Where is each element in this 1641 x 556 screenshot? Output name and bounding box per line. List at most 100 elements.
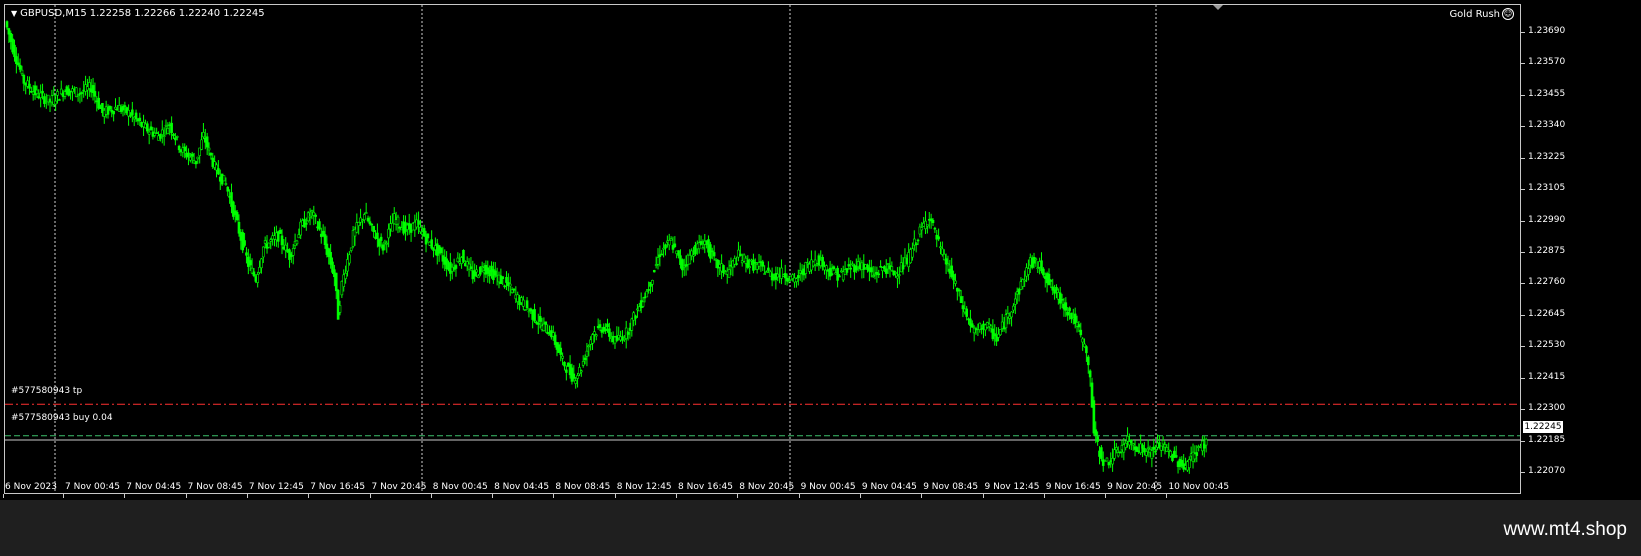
candle-body [580, 370, 583, 373]
candle-body [933, 227, 937, 230]
candle-body [821, 256, 824, 267]
time-axis-label: 9 Nov 20:45 [1107, 482, 1163, 492]
candle-body [1146, 447, 1150, 450]
price-axis-label: 1.23455 [1528, 88, 1566, 99]
time-axis-label: 6 Nov 2023 [5, 482, 57, 492]
time-tick [3, 494, 4, 498]
candle-body [291, 248, 295, 256]
candle-body [763, 273, 766, 275]
candle-body [426, 233, 430, 239]
candle-body [131, 109, 134, 116]
candle-body [372, 225, 375, 233]
candle-body [533, 309, 536, 322]
candle-body [877, 273, 881, 276]
candle-body [797, 275, 800, 279]
candle-body [681, 259, 684, 271]
candle-body [583, 357, 587, 361]
time-axis-label: 9 Nov 12:45 [984, 482, 1040, 492]
candle-body [54, 100, 57, 105]
time-axis-label: 8 Nov 00:45 [432, 482, 488, 492]
time-axis-label: 7 Nov 16:45 [310, 482, 366, 492]
candle-body [654, 264, 658, 266]
candle-body [647, 289, 650, 291]
candle-body [456, 257, 460, 263]
candle-body [477, 275, 480, 279]
candle-body [931, 219, 935, 224]
candle-body [305, 223, 308, 225]
candle-body [825, 265, 828, 271]
candle-body [989, 325, 993, 329]
candle-body [845, 268, 849, 273]
candle-body [645, 290, 649, 298]
price-tick [1521, 283, 1525, 285]
candle-body [1092, 400, 1096, 434]
candle-body [256, 274, 259, 283]
candle-body [318, 221, 321, 230]
candle-body [710, 250, 714, 253]
candle-body [626, 332, 630, 335]
candle-body [886, 263, 890, 265]
indicator-name: Gold Rush [1449, 8, 1500, 20]
candle-body [278, 229, 282, 234]
candle-body [146, 123, 149, 132]
candle-body [641, 301, 645, 307]
candle-body [336, 289, 340, 320]
time-tick [246, 494, 248, 498]
candle-body [237, 221, 241, 234]
candle-body [847, 264, 851, 267]
candle-body [138, 117, 142, 122]
candle-body [546, 331, 549, 335]
candle-body [1068, 307, 1071, 312]
time-axis-label: 9 Nov 16:45 [1045, 482, 1101, 492]
time-axis-label: 10 Nov 00:45 [1168, 482, 1230, 492]
dropdown-arrow-icon[interactable]: ▼ [11, 9, 17, 18]
time-axis-label: 8 Nov 20:45 [739, 482, 795, 492]
candle-body [871, 275, 875, 277]
candle-body [155, 132, 158, 134]
candle-body [849, 267, 852, 270]
price-tick [1521, 346, 1525, 348]
candle-body [1096, 436, 1099, 442]
candle-body [606, 323, 609, 328]
candle-body [572, 373, 576, 379]
candle-body [252, 271, 256, 276]
candle-body [202, 132, 205, 138]
candle-body [660, 253, 664, 256]
candle-body [753, 262, 757, 264]
candle-body [505, 277, 508, 283]
candle-body [699, 241, 703, 245]
candle-body [961, 305, 965, 310]
candle-body [522, 299, 525, 307]
candle-body [879, 266, 882, 268]
candle-body [43, 96, 46, 104]
chart-area[interactable]: ▼ GBPUSD,M15 1.22258 1.22266 1.22240 1.2… [4, 4, 1521, 494]
candle-body [1032, 256, 1036, 264]
candle-body [765, 271, 768, 274]
candle-body [957, 289, 961, 292]
candle-body [357, 221, 360, 226]
candle-body [323, 234, 327, 246]
candle-body [1066, 311, 1069, 316]
time-tick [492, 494, 494, 498]
candle-body [366, 217, 370, 222]
price-tick [1521, 220, 1525, 222]
time-axis-label: 9 Nov 04:45 [861, 482, 917, 492]
candle-body [1017, 288, 1021, 295]
price-axis-label: 1.23225 [1528, 151, 1566, 162]
price-axis-label: 1.22070 [1528, 466, 1566, 476]
candle-body [1124, 442, 1127, 448]
indicator-label: Gold Rush ☺ [1449, 8, 1514, 20]
candle-body [269, 239, 273, 242]
time-tick [553, 494, 555, 498]
chart-title[interactable]: ▼ GBPUSD,M15 1.22258 1.22266 1.22240 1.2… [11, 8, 265, 19]
candle-body [565, 369, 568, 373]
candle-body [164, 124, 168, 127]
candle-body [129, 115, 132, 117]
candle-body [1081, 338, 1084, 343]
time-axis-label: 7 Nov 20:45 [371, 482, 427, 492]
order-entry-label: #577580943 buy 0.04 [11, 413, 113, 423]
candle-body [20, 69, 24, 75]
candle-body [585, 350, 589, 357]
candle-body [1154, 450, 1157, 453]
candle-body [527, 310, 531, 313]
